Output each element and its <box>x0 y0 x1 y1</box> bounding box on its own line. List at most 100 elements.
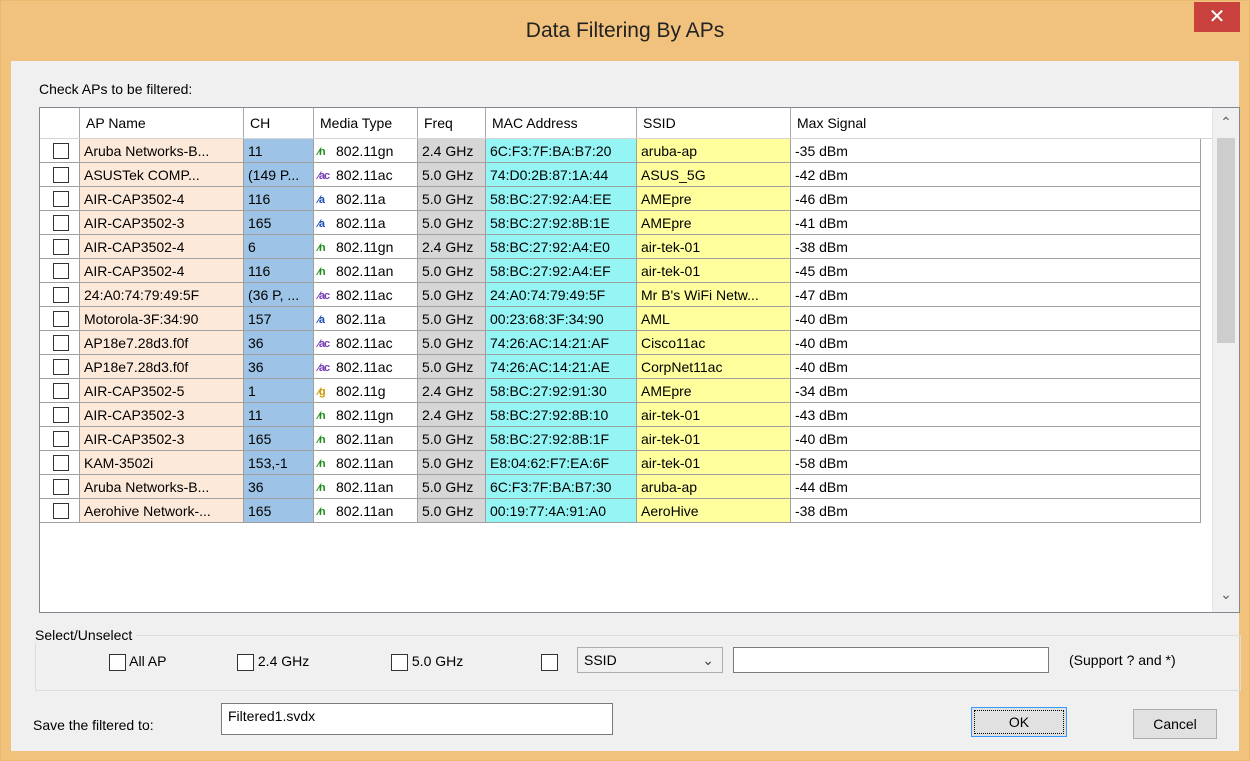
row-checkbox[interactable] <box>53 455 69 471</box>
row-checkbox-cell <box>40 187 80 211</box>
header-checkbox-col[interactable] <box>40 108 80 138</box>
row-checkbox-cell <box>40 283 80 307</box>
header-media-type[interactable]: Media Type <box>314 108 418 138</box>
ap-name-cell: 24:A0:74:79:49:5F <box>80 283 244 307</box>
row-checkbox[interactable] <box>53 167 69 183</box>
scroll-thumb[interactable] <box>1217 138 1235 343</box>
media-g-icon: ⁄g <box>318 386 326 399</box>
row-checkbox-cell <box>40 163 80 187</box>
header-ap-name[interactable]: AP Name <box>80 108 244 138</box>
title-bar[interactable]: Data Filtering By APs ✕ <box>1 1 1249 61</box>
ap-name-cell: Motorola-3F:34:90 <box>80 307 244 331</box>
media-type-cell: ⁄n 802.11an <box>314 427 418 451</box>
table-row[interactable]: AIR-CAP3502-3 165 ⁄a 802.11a 5.0 GHz 58:BC:27… <box>40 211 1201 235</box>
table-row[interactable]: Aruba Networks-B... 11 ⁄n 802.11gn 2.4 GHz 6C… <box>40 139 1201 163</box>
channel-cell: 11 <box>244 403 314 427</box>
ghz50-checkbox[interactable] <box>391 653 408 671</box>
max-signal-cell: -46 dBm <box>791 187 1201 211</box>
table-row[interactable]: Aerohive Network-... 165 ⁄n 802.11an 5.0 GHz… <box>40 499 1201 523</box>
row-checkbox[interactable] <box>53 359 69 375</box>
all-ap-checkbox[interactable] <box>109 653 126 671</box>
channel-cell: 116 <box>244 259 314 283</box>
row-checkbox[interactable] <box>53 215 69 231</box>
field-select[interactable]: SSID ⌄ <box>577 647 723 673</box>
ssid-filter-checkbox[interactable] <box>541 653 558 671</box>
max-signal-cell: -40 dBm <box>791 427 1201 451</box>
row-checkbox-cell <box>40 451 80 475</box>
ssid-cell: ASUS_5G <box>637 163 791 187</box>
row-checkbox[interactable] <box>53 383 69 399</box>
close-button[interactable]: ✕ <box>1194 2 1240 32</box>
save-label: Save the filtered to: <box>33 717 154 733</box>
ssid-cell: AeroHive <box>637 499 791 523</box>
all-ap-option[interactable]: All AP <box>109 653 166 671</box>
freq-cell: 5.0 GHz <box>418 451 486 475</box>
row-checkbox[interactable] <box>53 191 69 207</box>
mac-address-cell: E8:04:62:F7:EA:6F <box>486 451 637 475</box>
scroll-down-icon[interactable]: ⌄ <box>1213 586 1239 603</box>
row-checkbox[interactable] <box>53 431 69 447</box>
vertical-scrollbar[interactable]: ⌃ ⌄ <box>1212 108 1239 612</box>
scroll-up-icon[interactable]: ⌃ <box>1213 114 1239 131</box>
row-checkbox-cell <box>40 499 80 523</box>
max-signal-cell: -41 dBm <box>791 211 1201 235</box>
cancel-button[interactable]: Cancel <box>1133 709 1217 739</box>
row-checkbox[interactable] <box>53 287 69 303</box>
filter-pattern-input[interactable] <box>733 647 1049 673</box>
media-a-icon: ⁄a <box>318 218 325 231</box>
table-row[interactable]: AIR-CAP3502-4 6 ⁄n 802.11gn 2.4 GHz 58:BC:27:… <box>40 235 1201 259</box>
media-type-cell: ⁄a 802.11a <box>314 211 418 235</box>
ap-list[interactable]: AP Name CH Media Type Freq MAC Address S… <box>39 107 1240 613</box>
table-row[interactable]: AIR-CAP3502-3 11 ⁄n 802.11gn 2.4 GHz 58:BC:27… <box>40 403 1201 427</box>
mac-address-cell: 58:BC:27:92:91:30 <box>486 379 637 403</box>
table-row[interactable]: AP18e7.28d3.f0f 36 ⁄ac 802.11ac 5.0 GHz 74:26… <box>40 331 1201 355</box>
media-n-icon: ⁄n <box>318 242 326 255</box>
ssid-cell: aruba-ap <box>637 475 791 499</box>
header-ch[interactable]: CH <box>244 108 314 138</box>
save-filename-input[interactable]: Filtered1.svdx <box>221 703 613 735</box>
row-checkbox[interactable] <box>53 407 69 423</box>
row-checkbox[interactable] <box>53 263 69 279</box>
media-type-text: 802.11g <box>336 383 386 399</box>
max-signal-cell: -40 dBm <box>791 331 1201 355</box>
freq-cell: 5.0 GHz <box>418 307 486 331</box>
ssid-cell: AMEpre <box>637 211 791 235</box>
ghz50-option[interactable]: 5.0 GHz <box>391 653 463 671</box>
table-row[interactable]: Motorola-3F:34:90 157 ⁄a 802.11a 5.0 GHz 00:2… <box>40 307 1201 331</box>
media-type-text: 802.11ac <box>336 335 393 351</box>
row-checkbox[interactable] <box>53 503 69 519</box>
header-ssid[interactable]: SSID <box>637 108 791 138</box>
media-type-text: 802.11a <box>336 191 386 207</box>
row-checkbox[interactable] <box>53 479 69 495</box>
media-n-icon: ⁄n <box>318 146 326 159</box>
freq-cell: 2.4 GHz <box>418 235 486 259</box>
row-checkbox[interactable] <box>53 335 69 351</box>
media-a-icon: ⁄a <box>318 314 325 327</box>
ok-button[interactable]: OK <box>971 707 1067 737</box>
ssid-filter-option[interactable] <box>541 653 558 671</box>
header-max-signal[interactable]: Max Signal <box>791 108 1201 138</box>
table-row[interactable]: AP18e7.28d3.f0f 36 ⁄ac 802.11ac 5.0 GHz 74:26… <box>40 355 1201 379</box>
row-checkbox-cell <box>40 355 80 379</box>
table-row[interactable]: ASUSTek COMP... (149 P... ⁄ac 802.11ac 5.0 G… <box>40 163 1201 187</box>
table-row[interactable]: AIR-CAP3502-4 116 ⁄n 802.11an 5.0 GHz 58:BC:2… <box>40 259 1201 283</box>
media-type-cell: ⁄n 802.11an <box>314 259 418 283</box>
table-row[interactable]: Aruba Networks-B... 36 ⁄n 802.11an 5.0 GHz 6C… <box>40 475 1201 499</box>
ssid-cell: air-tek-01 <box>637 235 791 259</box>
header-freq[interactable]: Freq <box>418 108 486 138</box>
table-row[interactable]: AIR-CAP3502-5 1 ⁄g 802.11g 2.4 GHz 58:BC:27:9… <box>40 379 1201 403</box>
header-mac-address[interactable]: MAC Address <box>486 108 637 138</box>
table-row[interactable]: AIR-CAP3502-3 165 ⁄n 802.11an 5.0 GHz 58:BC:2… <box>40 427 1201 451</box>
table-row[interactable]: KAM-3502i 153,-1 ⁄n 802.11an 5.0 GHz E8:04:62… <box>40 451 1201 475</box>
row-checkbox[interactable] <box>53 239 69 255</box>
table-row[interactable]: AIR-CAP3502-4 116 ⁄a 802.11a 5.0 GHz 58:BC:27… <box>40 187 1201 211</box>
ghz24-checkbox[interactable] <box>237 653 254 671</box>
ap-name-cell: AIR-CAP3502-3 <box>80 403 244 427</box>
media-type-text: 802.11an <box>336 263 394 279</box>
table-row[interactable]: 24:A0:74:79:49:5F (36 P, ... ⁄ac 802.11ac 5.… <box>40 283 1201 307</box>
row-checkbox[interactable] <box>53 311 69 327</box>
wildcard-hint: (Support ? and *) <box>1069 652 1176 668</box>
ghz24-option[interactable]: 2.4 GHz <box>237 653 309 671</box>
ssid-cell: air-tek-01 <box>637 403 791 427</box>
row-checkbox[interactable] <box>53 143 69 159</box>
